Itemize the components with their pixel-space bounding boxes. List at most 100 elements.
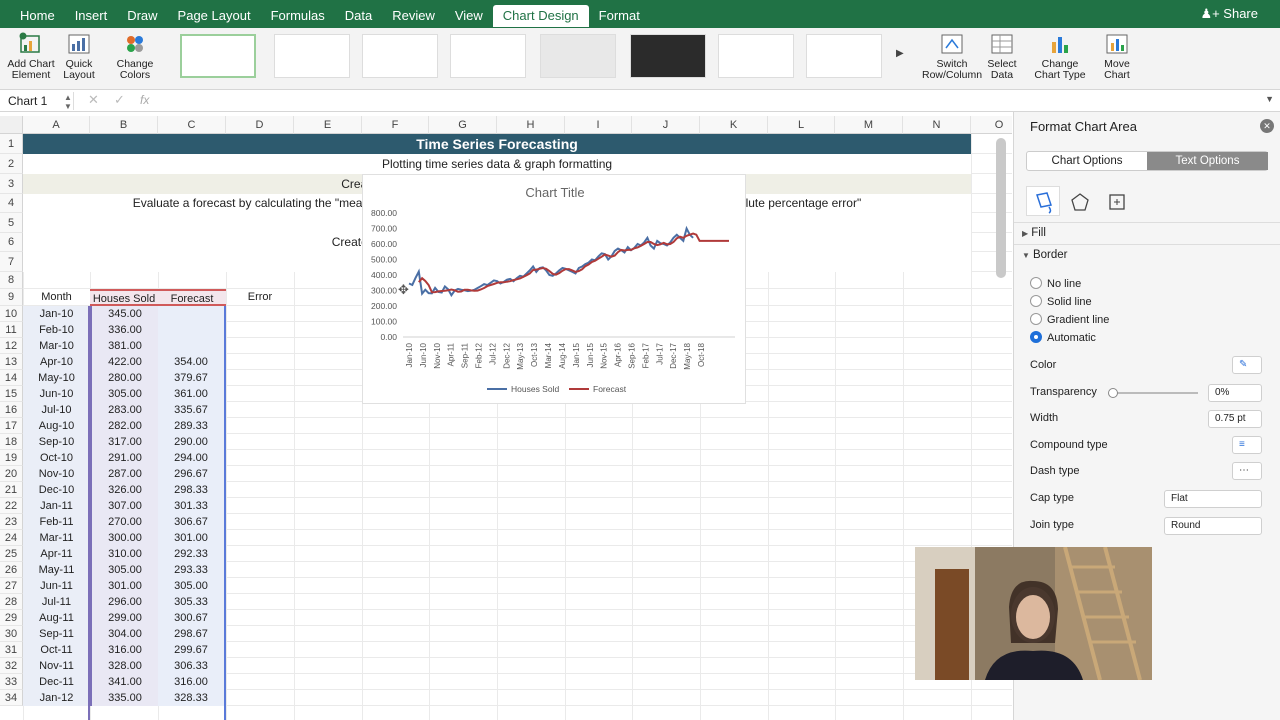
- table-cell[interactable]: 298.33: [158, 482, 226, 498]
- transparency-slider[interactable]: [1110, 392, 1198, 394]
- table-cell[interactable]: Dec-11: [23, 674, 90, 690]
- tab-review[interactable]: Review: [382, 5, 445, 27]
- border-section-toggle[interactable]: ▼ Border: [1022, 249, 1068, 261]
- table-cell[interactable]: Mar-11: [23, 530, 90, 546]
- select-all-corner[interactable]: [0, 116, 23, 134]
- transparency-slider-handle[interactable]: [1108, 388, 1118, 398]
- table-cell[interactable]: Dec-10: [23, 482, 90, 498]
- column-header-c[interactable]: C: [158, 116, 226, 134]
- table-cell[interactable]: 294.00: [158, 450, 226, 466]
- table-cell[interactable]: Sep-11: [23, 626, 90, 642]
- table-cell[interactable]: May-10: [23, 370, 90, 386]
- chart-style-4[interactable]: [450, 34, 526, 78]
- dash-type-dropdown[interactable]: ⋯: [1232, 462, 1262, 480]
- table-cell[interactable]: Feb-10: [23, 322, 90, 338]
- effects-icon[interactable]: [1070, 192, 1090, 215]
- table-cell[interactable]: Jan-12: [23, 690, 90, 706]
- row-header[interactable]: 22: [0, 498, 23, 514]
- chart-style-7[interactable]: [718, 34, 794, 78]
- table-cell[interactable]: 328.33: [158, 690, 226, 706]
- move-chart-button[interactable]: Move Chart: [1098, 32, 1136, 81]
- table-cell[interactable]: 354.00: [158, 354, 226, 370]
- table-cell[interactable]: 305.00: [90, 386, 158, 402]
- table-cell[interactable]: 304.00: [90, 626, 158, 642]
- table-cell[interactable]: 422.00: [90, 354, 158, 370]
- cap-type-dropdown[interactable]: Flat: [1164, 490, 1262, 508]
- table-header[interactable]: Forecast: [158, 289, 226, 306]
- table-cell[interactable]: 379.67: [158, 370, 226, 386]
- table-cell[interactable]: 326.00: [90, 482, 158, 498]
- change-chart-type-button[interactable]: Change Chart Type: [1032, 32, 1088, 81]
- row-header[interactable]: 2: [0, 154, 23, 174]
- radio-gradient-line[interactable]: Gradient line: [1030, 313, 1109, 326]
- switch-row-column-button[interactable]: Switch Row/Column: [922, 32, 982, 81]
- table-header[interactable]: Month: [23, 289, 90, 306]
- chart-area[interactable]: Chart Title 800.00 700.00 600.00 500.00 400.0…: [362, 174, 746, 404]
- size-properties-icon[interactable]: [1107, 192, 1127, 215]
- table-cell[interactable]: [158, 306, 226, 322]
- row-header[interactable]: 26: [0, 562, 23, 578]
- table-cell[interactable]: Nov-11: [23, 658, 90, 674]
- row-header[interactable]: 31: [0, 642, 23, 658]
- table-cell[interactable]: Mar-10: [23, 338, 90, 354]
- column-header-j[interactable]: J: [632, 116, 700, 134]
- table-cell[interactable]: Jul-11: [23, 594, 90, 610]
- table-cell[interactable]: Oct-10: [23, 450, 90, 466]
- table-cell[interactable]: 328.00: [90, 658, 158, 674]
- column-header-k[interactable]: K: [700, 116, 768, 134]
- compound-type-dropdown[interactable]: ≡: [1232, 436, 1262, 454]
- row-header[interactable]: 18: [0, 434, 23, 450]
- row-header[interactable]: 11: [0, 322, 23, 338]
- table-cell[interactable]: Jul-10: [23, 402, 90, 418]
- tab-data[interactable]: Data: [335, 5, 382, 27]
- table-cell[interactable]: Apr-10: [23, 354, 90, 370]
- table-cell[interactable]: 290.00: [158, 434, 226, 450]
- row-header[interactable]: 1: [0, 134, 23, 154]
- table-cell[interactable]: 300.67: [158, 610, 226, 626]
- table-cell[interactable]: 291.00: [90, 450, 158, 466]
- table-cell[interactable]: 305.00: [90, 562, 158, 578]
- table-cell[interactable]: 301.33: [158, 498, 226, 514]
- row-header[interactable]: 3: [0, 174, 23, 194]
- tab-draw[interactable]: Draw: [117, 5, 167, 27]
- row-header[interactable]: 32: [0, 658, 23, 674]
- table-cell[interactable]: 301.00: [158, 530, 226, 546]
- table-cell[interactable]: 283.00: [90, 402, 158, 418]
- add-chart-element-button[interactable]: Add Chart Element: [6, 32, 56, 81]
- column-header-n[interactable]: N: [903, 116, 971, 134]
- row-header[interactable]: 29: [0, 610, 23, 626]
- table-cell[interactable]: 310.00: [90, 546, 158, 562]
- row-header[interactable]: 27: [0, 578, 23, 594]
- chart-style-3[interactable]: [362, 34, 438, 78]
- column-header-m[interactable]: M: [835, 116, 903, 134]
- row-header[interactable]: 5: [0, 213, 23, 233]
- table-cell[interactable]: 300.00: [90, 530, 158, 546]
- row-header[interactable]: 30: [0, 626, 23, 642]
- table-cell[interactable]: May-11: [23, 562, 90, 578]
- row-header[interactable]: 17: [0, 418, 23, 434]
- formula-input[interactable]: [162, 92, 1262, 110]
- select-data-button[interactable]: Select Data: [984, 32, 1020, 81]
- table-cell[interactable]: 335.00: [90, 690, 158, 706]
- transparency-input[interactable]: 0%: [1208, 384, 1262, 402]
- table-cell[interactable]: 293.33: [158, 562, 226, 578]
- table-cell[interactable]: 305.33: [158, 594, 226, 610]
- table-cell[interactable]: Aug-11: [23, 610, 90, 626]
- column-header-f[interactable]: F: [362, 116, 429, 134]
- table-cell[interactable]: 282.00: [90, 418, 158, 434]
- vertical-scrollbar[interactable]: [996, 138, 1006, 278]
- tab-formulas[interactable]: Formulas: [261, 5, 335, 27]
- color-picker-button[interactable]: ✎: [1232, 356, 1262, 374]
- table-cell[interactable]: 270.00: [90, 514, 158, 530]
- table-cell[interactable]: 361.00: [158, 386, 226, 402]
- table-cell[interactable]: 345.00: [90, 306, 158, 322]
- row-header[interactable]: 28: [0, 594, 23, 610]
- table-cell[interactable]: 289.33: [158, 418, 226, 434]
- tab-format[interactable]: Format: [589, 5, 650, 27]
- tab-home[interactable]: Home: [10, 5, 65, 27]
- tab-chart-options[interactable]: Chart Options: [1027, 152, 1147, 170]
- row-header[interactable]: 10: [0, 306, 23, 322]
- row-header[interactable]: 4: [0, 194, 23, 213]
- row-header[interactable]: 24: [0, 530, 23, 546]
- column-header-b[interactable]: B: [90, 116, 158, 134]
